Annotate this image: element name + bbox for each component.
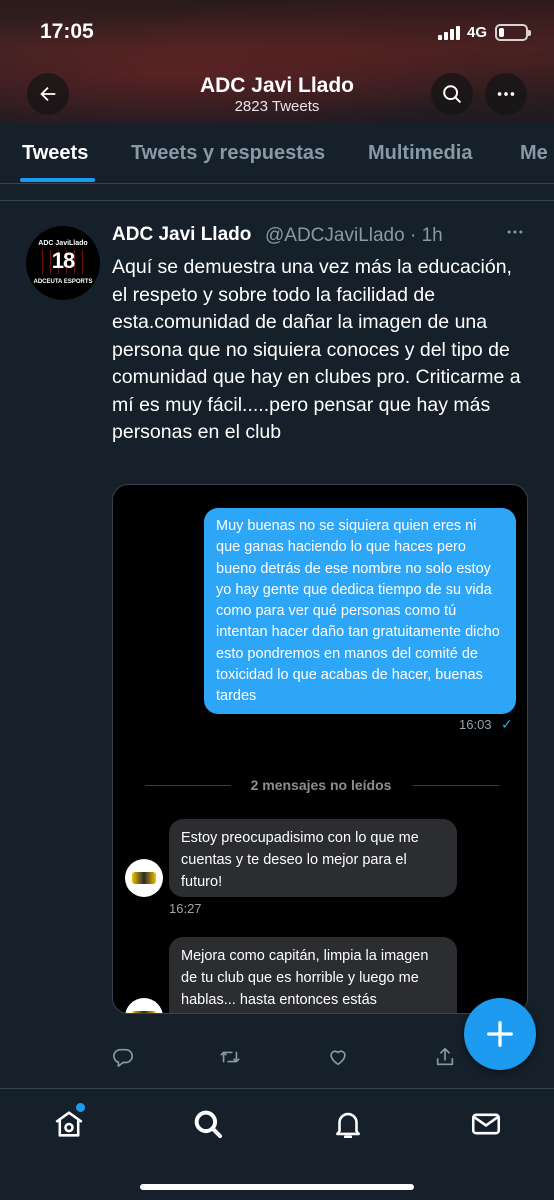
reply-icon xyxy=(113,1048,133,1067)
heart-icon xyxy=(330,1050,346,1066)
divider xyxy=(0,200,554,201)
tweet-author-name[interactable]: ADC Javi Llado xyxy=(112,224,251,246)
read-check-icon: ✓ xyxy=(501,716,513,732)
incoming-message-time: 16:27 xyxy=(169,901,202,916)
nav-notifications[interactable] xyxy=(331,1107,365,1141)
notification-dot xyxy=(76,1103,85,1112)
nav-explore[interactable] xyxy=(191,1107,225,1141)
retweet-button[interactable] xyxy=(218,1046,242,1073)
plus-icon xyxy=(487,1021,513,1047)
status-time: 17:05 xyxy=(40,20,94,43)
profile-tabs: Tweets Tweets y respuestas Multimedia Me xyxy=(0,124,554,184)
nav-home[interactable] xyxy=(52,1107,86,1141)
avatar-top-text: ADC JaviLlado xyxy=(38,240,88,247)
avatar[interactable]: ADC JaviLlado 18 ADCEUTA ESPORTS xyxy=(26,226,100,300)
network-label: 4G xyxy=(467,24,488,41)
reply-button[interactable] xyxy=(112,1046,134,1073)
tweet-more-button[interactable] xyxy=(505,222,525,247)
tab-tweets[interactable]: Tweets xyxy=(22,142,88,165)
mail-icon xyxy=(471,1113,501,1135)
sender-avatar xyxy=(125,998,163,1013)
home-indicator xyxy=(140,1184,414,1190)
retweet-icon xyxy=(220,1051,240,1063)
like-button[interactable] xyxy=(326,1046,350,1073)
more-icon xyxy=(497,92,515,96)
bell-icon xyxy=(336,1112,360,1139)
battery-icon xyxy=(495,24,531,41)
search-button[interactable] xyxy=(431,73,473,115)
tweet-handle-time: @ADCJaviLlado · 1h xyxy=(265,225,443,246)
signal-icon xyxy=(438,26,460,40)
more-icon xyxy=(507,230,523,234)
outgoing-message: Muy buenas no se siquiera quien eres ni … xyxy=(204,508,516,714)
incoming-message: Mejora como capitán, limpia la imagen de… xyxy=(169,937,457,1013)
home-icon xyxy=(55,1111,83,1137)
search-icon xyxy=(194,1110,223,1139)
unread-divider-label: 2 mensajes no leídos xyxy=(250,777,392,793)
share-button[interactable] xyxy=(434,1046,456,1073)
tweet-text: Aquí se demuestra una vez más la educaci… xyxy=(112,256,521,443)
tab-media[interactable]: Multimedia xyxy=(368,142,472,165)
compose-tweet-button[interactable] xyxy=(464,998,536,1070)
avatar-bottom-text: ADCEUTA ESPORTS xyxy=(33,279,93,285)
status-bar: 17:05 4G xyxy=(0,0,554,60)
incoming-message: Estoy preocupadisimo con lo que me cuent… xyxy=(169,819,457,897)
active-tab-indicator xyxy=(20,178,95,182)
share-icon xyxy=(436,1047,454,1066)
nav-messages[interactable] xyxy=(469,1107,503,1141)
tab-tweets-replies[interactable]: Tweets y respuestas xyxy=(131,142,325,165)
avatar-number: 18 xyxy=(51,248,75,273)
search-icon xyxy=(443,85,461,103)
more-options-button[interactable] xyxy=(485,73,527,115)
tweet-media-image[interactable]: Muy buenas no se siquiera quien eres ni … xyxy=(112,484,528,1014)
outgoing-message-time: 16:03 xyxy=(459,717,492,732)
tweet-actions xyxy=(112,1046,462,1076)
tab-likes[interactable]: Me xyxy=(520,142,548,165)
sender-avatar xyxy=(125,859,163,897)
